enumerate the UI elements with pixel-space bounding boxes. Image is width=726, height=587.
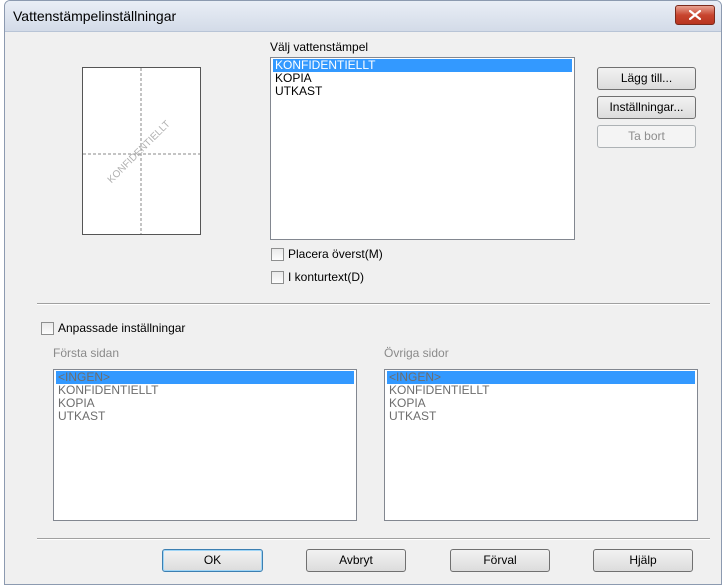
close-icon xyxy=(689,10,701,20)
place-top-label: Placera överst(M) xyxy=(288,247,383,261)
outline-checkbox[interactable] xyxy=(271,271,284,284)
delete-button[interactable]: Ta bort xyxy=(597,125,696,148)
list-item[interactable]: KONFIDENTIELLT xyxy=(273,59,572,72)
window-title: Vattenstämpelinställningar xyxy=(13,8,177,24)
other-pages-listbox[interactable]: <INGEN> KONFIDENTIELLT KOPIA UTKAST xyxy=(384,369,698,521)
dialog-window: Vattenstämpelinställningar KONFIDENTIELL… xyxy=(4,0,722,585)
separator xyxy=(37,538,710,540)
separator xyxy=(37,303,710,305)
list-item[interactable]: UTKAST xyxy=(56,410,354,423)
custom-settings-label: Anpassade inställningar xyxy=(58,321,186,335)
title-bar: Vattenstämpelinställningar xyxy=(5,1,721,32)
preview-watermark-text: KONFIDENTIELLT xyxy=(106,119,173,186)
close-button[interactable] xyxy=(675,5,715,25)
default-button[interactable]: Förval xyxy=(450,549,550,572)
other-pages-label: Övriga sidor xyxy=(384,346,449,360)
watermark-preview: KONFIDENTIELLT xyxy=(82,67,201,235)
first-page-label: Första sidan xyxy=(53,346,120,360)
outline-label: I konturtext(D) xyxy=(288,270,365,284)
first-page-listbox[interactable]: <INGEN> KONFIDENTIELLT KOPIA UTKAST xyxy=(53,369,357,521)
watermark-label: Välj vattenstämpel xyxy=(270,40,369,54)
list-item[interactable]: UTKAST xyxy=(387,410,695,423)
watermark-listbox[interactable]: KONFIDENTIELLT KOPIA UTKAST xyxy=(270,57,575,240)
list-item[interactable]: KONFIDENTIELLT xyxy=(387,384,695,397)
list-item[interactable]: KONFIDENTIELLT xyxy=(56,384,354,397)
help-button[interactable]: Hjälp xyxy=(593,549,693,572)
ok-button[interactable]: OK xyxy=(162,549,263,572)
settings-button[interactable]: Inställningar... xyxy=(597,96,696,119)
custom-settings-checkbox[interactable] xyxy=(41,322,54,335)
add-button[interactable]: Lägg till... xyxy=(597,67,696,90)
list-item[interactable]: UTKAST xyxy=(273,85,572,98)
place-top-checkbox[interactable] xyxy=(271,248,284,261)
cancel-button[interactable]: Avbryt xyxy=(306,549,406,572)
